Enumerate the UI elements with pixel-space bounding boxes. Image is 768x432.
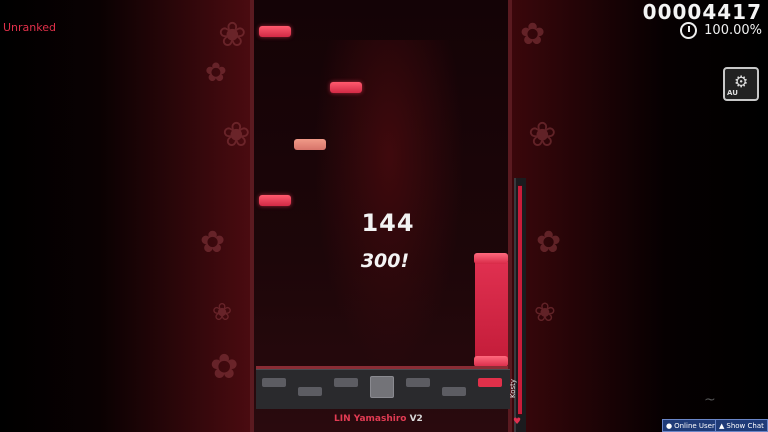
note — [330, 82, 362, 93]
key-receptor — [406, 378, 430, 387]
sakura-icon: ✿ — [536, 225, 562, 260]
judgement-text: 300! — [360, 250, 410, 272]
sakura-icon: ✿ — [205, 58, 227, 88]
health-bar-fill — [518, 186, 522, 414]
key-receptor-center — [370, 376, 394, 398]
song-artist: LIN Yamashiro — [334, 414, 407, 424]
heart-icon: ♥ — [513, 417, 522, 427]
sakura-icon: ✿ — [200, 225, 226, 260]
show-chat-label: Show Chat — [726, 421, 764, 430]
key-receptor — [262, 378, 286, 387]
sakura-icon: ✿ — [520, 17, 546, 52]
key-receptor — [442, 387, 466, 396]
sakura-icon: ❀ — [218, 15, 247, 55]
sakura-icon: ❀ — [212, 298, 233, 326]
key-receptor — [298, 387, 322, 396]
right-backdrop — [512, 0, 768, 432]
note — [294, 139, 326, 150]
key-receptors — [256, 369, 510, 409]
chevron-up-icon: ▲ — [719, 421, 725, 430]
sakura-icon: ❀ — [222, 115, 251, 155]
note — [259, 26, 291, 37]
player-name: Kosty — [509, 378, 517, 398]
accuracy-display: 100.00% — [704, 23, 762, 38]
online-users-label: Online Users — [674, 421, 719, 430]
mod-indicator: ⚙ AU — [723, 67, 759, 101]
signature: ~ — [704, 392, 716, 408]
show-chat-button[interactable]: ▲ Show Chat — [715, 419, 768, 432]
song-version: V2 — [409, 414, 423, 424]
sakura-icon: ❀ — [528, 115, 557, 155]
sakura-icon: ❀ — [534, 298, 556, 328]
score-counter: 00004417 — [642, 0, 762, 24]
note — [259, 195, 291, 206]
song-info: LIN Yamashiro V2 — [334, 414, 423, 424]
hold-note-head — [474, 253, 508, 264]
combo-counter: 144 — [361, 209, 415, 237]
key-receptor-pressed — [478, 378, 502, 387]
users-icon: ● — [666, 421, 673, 430]
mod-label: AU — [727, 89, 738, 97]
hold-note-body — [475, 262, 508, 358]
online-users-button[interactable]: ● Online Users — [662, 419, 723, 432]
sakura-icon: ✿ — [210, 347, 239, 387]
ranked-status: Unranked — [3, 21, 56, 34]
clock-icon — [680, 22, 697, 39]
key-receptor — [334, 378, 358, 387]
